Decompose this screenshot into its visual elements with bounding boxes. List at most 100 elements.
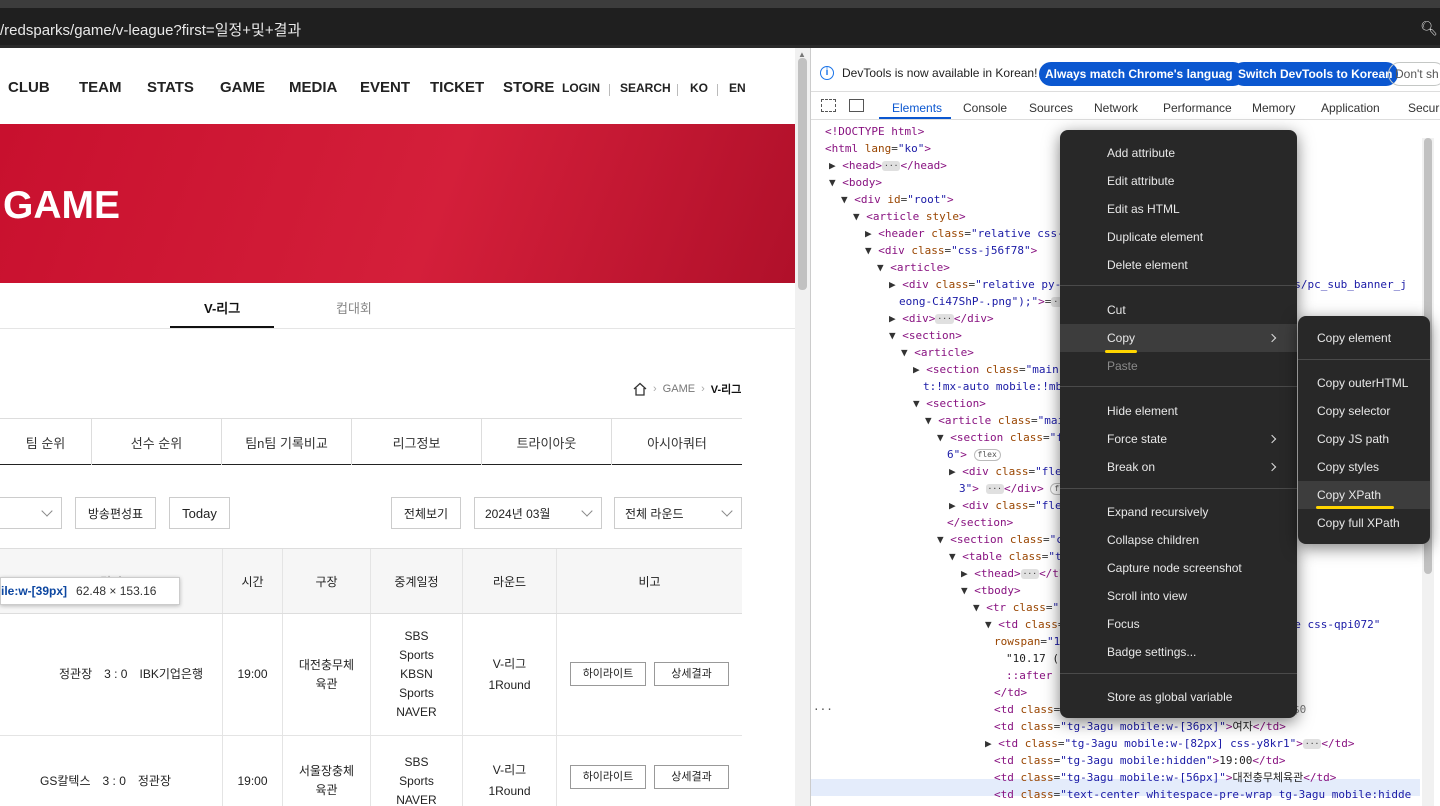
menu-edit-attribute[interactable]: Edit attribute	[1107, 171, 1174, 191]
tab-performance[interactable]: Performance	[1163, 101, 1232, 115]
inspect-element-icon[interactable]	[821, 99, 836, 112]
dom-line[interactable]: ▼ <body>	[829, 174, 882, 191]
url-text[interactable]: /redsparks/game/v-league?first=일정+및+결과	[0, 19, 301, 40]
dom-line[interactable]: ▶ <section class="main-	[913, 361, 1065, 378]
subtab-team-compare[interactable]: 팀n팀 기록비교	[222, 419, 352, 465]
dom-line[interactable]: <td class="tg-3agu mobile:hidden">19:00<…	[994, 752, 1285, 769]
dom-line[interactable]: ▼ <section class="c	[937, 531, 1063, 548]
tab-application[interactable]: Application	[1321, 101, 1380, 115]
menu-copy-xpath[interactable]: Copy XPath	[1298, 481, 1430, 509]
menu-scroll-into-view[interactable]: Scroll into view	[1107, 586, 1187, 606]
dom-line[interactable]: <td class="tg-3agu mobile:w-[36px]">여자</…	[994, 718, 1286, 735]
dom-line[interactable]: ▶ <div class="fle	[949, 497, 1062, 514]
menu-delete-element[interactable]: Delete element	[1107, 255, 1188, 275]
dom-line[interactable]: ▶ <header class="relative css-	[865, 225, 1064, 242]
page-scrollbar[interactable]: ▲	[795, 48, 810, 806]
month-select[interactable]: 2024년 03월	[474, 497, 602, 529]
dom-line[interactable]: <td class="text-center whitespace-pre-wr…	[994, 786, 1411, 803]
menu-badge-settings[interactable]: Badge settings...	[1107, 642, 1196, 662]
dom-line[interactable]: ▼ <section>	[913, 395, 986, 412]
view-all-button[interactable]: 전체보기	[391, 497, 461, 529]
menu-cut[interactable]: Cut	[1107, 300, 1126, 320]
always-match-language-button[interactable]: Always match Chrome's language	[1039, 62, 1246, 86]
subtab-tryout[interactable]: 트라이아웃	[482, 419, 612, 465]
highlight-button[interactable]: 하이라이트	[570, 662, 646, 686]
menu-copy-selector[interactable]: Copy selector	[1317, 401, 1390, 421]
dom-line[interactable]: ▶ <thead> ··· </th	[961, 565, 1066, 582]
nav-ticket[interactable]: TICKET	[430, 79, 484, 96]
dom-line[interactable]: ▼ <div id="root">	[841, 191, 954, 208]
nav-lang-ko[interactable]: KO	[690, 81, 708, 95]
nav-club[interactable]: CLUB	[8, 79, 50, 96]
tab-network[interactable]: Network	[1094, 101, 1138, 115]
nav-store[interactable]: STORE	[503, 79, 554, 96]
nav-search[interactable]: SEARCH	[620, 81, 671, 95]
nav-team[interactable]: TEAM	[79, 79, 122, 96]
dom-line[interactable]: ▼ <section class="f	[937, 429, 1063, 446]
round-select[interactable]: 전체 라운드	[614, 497, 742, 529]
menu-add-attribute[interactable]: Add attribute	[1107, 143, 1175, 163]
menu-duplicate-element[interactable]: Duplicate element	[1107, 227, 1203, 247]
dom-line[interactable]: ▼ <td class=	[985, 616, 1065, 633]
dom-line[interactable]: ▶ <div> ··· </div>	[889, 310, 994, 327]
subtab-team-rank[interactable]: 팀 순위	[0, 419, 92, 465]
menu-copy-js-path[interactable]: Copy JS path	[1317, 429, 1389, 449]
tab-v-league[interactable]: V-리그	[204, 298, 240, 317]
breadcrumb-game[interactable]: GAME	[663, 383, 695, 395]
tab-security[interactable]: Securi	[1408, 101, 1440, 115]
dom-line[interactable]: <td class="tg-3agu mobile:w-[56px]">대전충무…	[994, 769, 1336, 786]
menu-capture-node-screenshot[interactable]: Capture node screenshot	[1107, 558, 1242, 578]
menu-force-state[interactable]: Force state	[1107, 429, 1167, 449]
menu-copy[interactable]: Copy	[1060, 324, 1297, 352]
menu-copy-full-xpath[interactable]: Copy full XPath	[1317, 513, 1400, 533]
menu-copy-element[interactable]: Copy element	[1317, 328, 1391, 348]
subtab-asia-quota[interactable]: 아시아쿼터	[612, 419, 742, 465]
nav-event[interactable]: EVENT	[360, 79, 410, 96]
menu-focus[interactable]: Focus	[1107, 614, 1140, 634]
dom-line[interactable]: <!DOCTYPE html>	[825, 123, 924, 140]
tab-console[interactable]: Console	[963, 101, 1007, 115]
dom-line[interactable]: ▼ <tr class="r	[973, 599, 1066, 616]
today-button[interactable]: Today	[169, 497, 230, 529]
dom-line[interactable]: ▼ <article style>	[853, 208, 966, 225]
dom-line[interactable]: ▼ <section>	[889, 327, 962, 344]
menu-expand-recursively[interactable]: Expand recursively	[1107, 502, 1208, 522]
dom-line[interactable]: ▶ <head> ··· </head>	[829, 157, 947, 174]
tab-sources[interactable]: Sources	[1029, 101, 1073, 115]
switch-to-korean-button[interactable]: Switch DevTools to Korean	[1232, 62, 1399, 86]
dom-line[interactable]: ▼ <article class="mai	[925, 412, 1064, 429]
tab-cup[interactable]: 컵대회	[336, 298, 372, 317]
menu-collapse-children[interactable]: Collapse children	[1107, 530, 1199, 550]
tab-elements[interactable]: Elements	[892, 101, 942, 115]
dom-line-more-icon[interactable]: ···	[813, 701, 833, 718]
device-toolbar-icon[interactable]	[849, 99, 864, 112]
nav-media[interactable]: MEDIA	[289, 79, 337, 96]
zoom-icon[interactable]: 🔍︎	[1420, 20, 1438, 37]
dom-line[interactable]: ▼ <article>	[877, 259, 950, 276]
dom-line[interactable]: ▼ <table class="t	[949, 548, 1062, 565]
subtab-player-rank[interactable]: 선수 순위	[92, 419, 222, 465]
nav-game[interactable]: GAME	[220, 79, 265, 96]
dom-line[interactable]: ▶ <td class="tg-3agu mobile:w-[82px] css…	[985, 735, 1355, 752]
menu-break-on[interactable]: Break on	[1107, 457, 1155, 477]
dom-line[interactable]: ▶ <div class="fle	[949, 463, 1062, 480]
menu-copy-styles[interactable]: Copy styles	[1317, 457, 1379, 477]
subtab-league-info[interactable]: 리그정보	[352, 419, 482, 465]
menu-copy-outerhtml[interactable]: Copy outerHTML	[1317, 373, 1408, 393]
nav-lang-en[interactable]: EN	[729, 81, 746, 95]
tab-memory[interactable]: Memory	[1252, 101, 1295, 115]
menu-hide-element[interactable]: Hide element	[1107, 401, 1178, 421]
nav-stats[interactable]: STATS	[147, 79, 194, 96]
detail-result-button[interactable]: 상세결과	[654, 662, 729, 686]
team-select[interactable]	[0, 497, 62, 529]
detail-result-button[interactable]: 상세결과	[654, 765, 729, 789]
broadcast-schedule-button[interactable]: 방송편성표	[75, 497, 156, 529]
address-bar[interactable]: /redsparks/game/v-league?first=일정+및+결과 🔍…	[0, 8, 1440, 48]
menu-edit-as-html[interactable]: Edit as HTML	[1107, 199, 1180, 219]
home-icon[interactable]	[633, 382, 647, 396]
nav-login[interactable]: LOGIN	[562, 81, 600, 95]
dom-line[interactable]: ▼ <tbody>	[961, 582, 1021, 599]
dom-line[interactable]: ▶ <div class="relative py-	[889, 276, 1061, 293]
dom-line[interactable]: <html lang="ko">	[825, 140, 931, 157]
dont-show-button[interactable]: Don't sh	[1388, 62, 1440, 86]
